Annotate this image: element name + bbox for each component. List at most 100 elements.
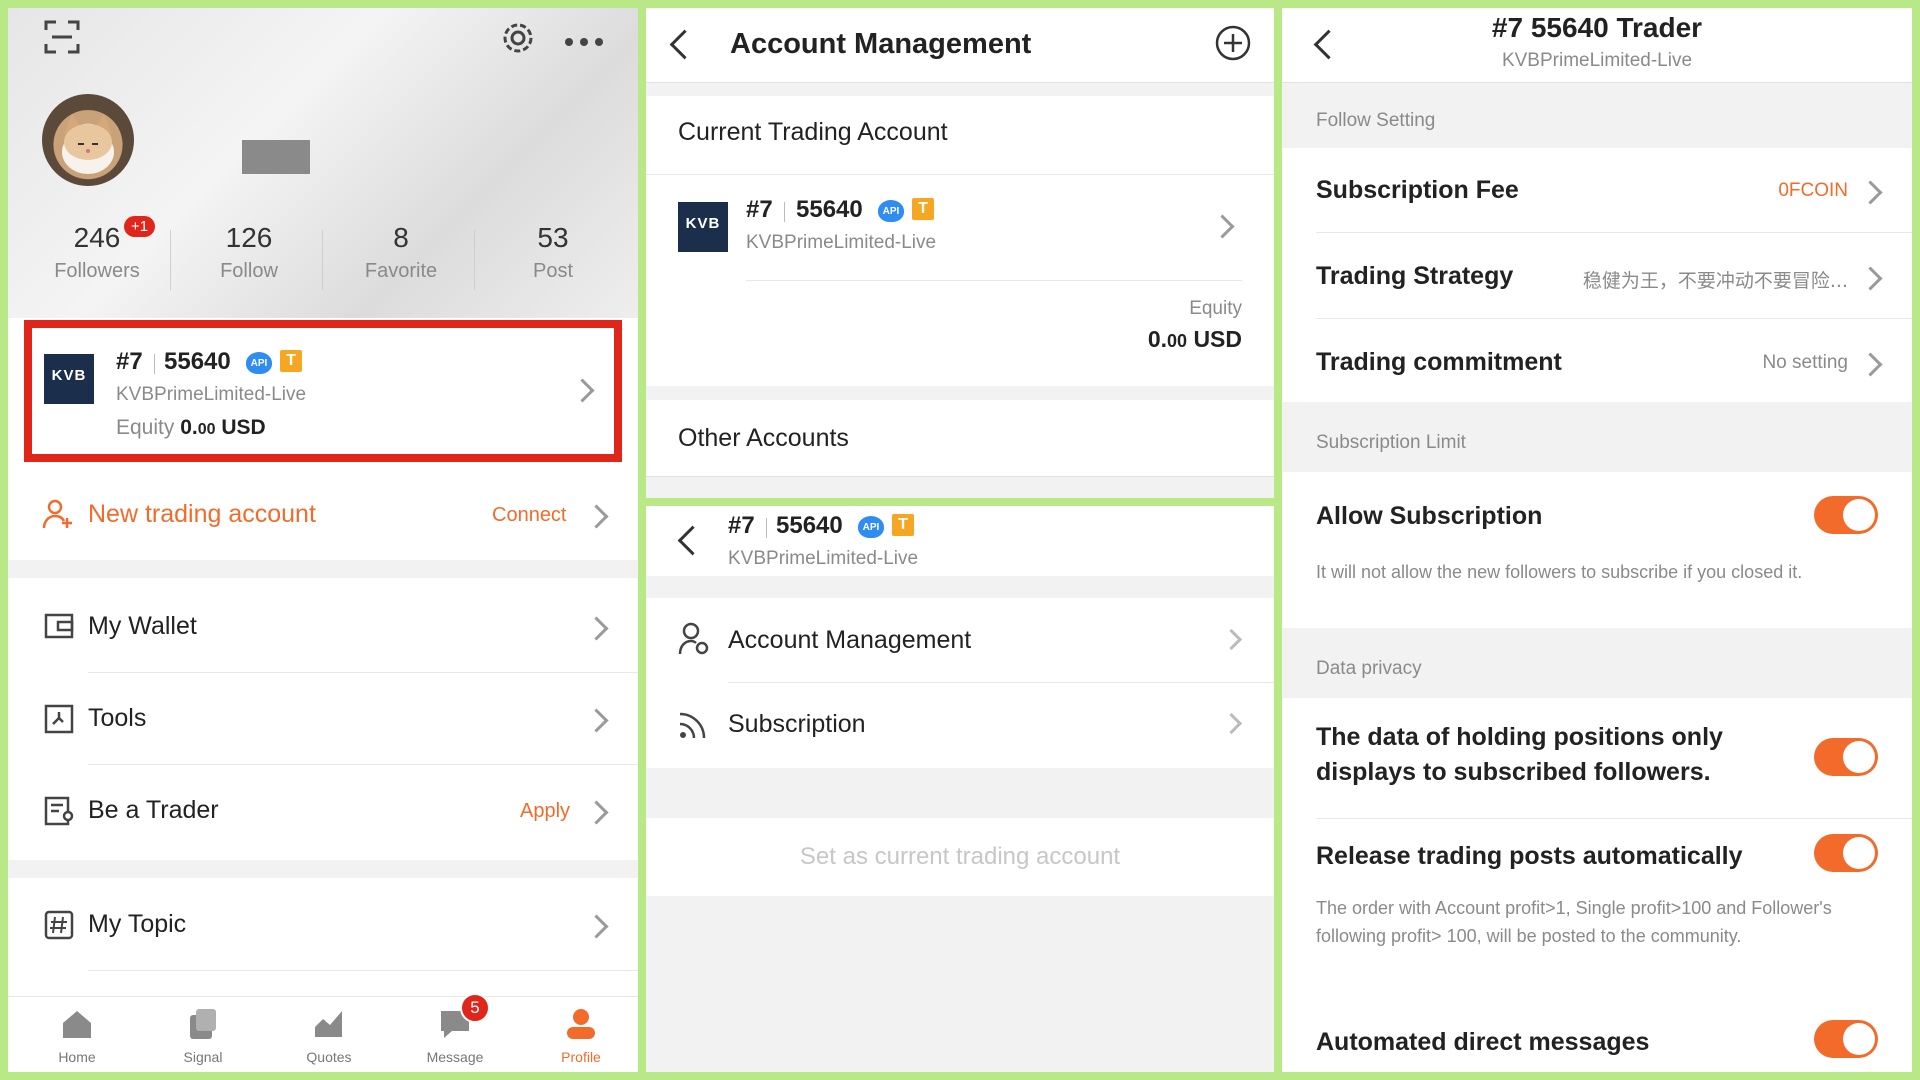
account-id: 55640 bbox=[776, 512, 843, 539]
message-unread-badge: 5 bbox=[460, 993, 490, 1023]
trader-badge: T bbox=[892, 514, 914, 536]
equity-dec: 00 bbox=[197, 421, 216, 438]
page-subtitle: KVBPrimeLimited-Live bbox=[1501, 50, 1693, 71]
divider bbox=[646, 174, 1274, 175]
account-rank: #7 bbox=[116, 348, 143, 375]
holding-positions-toggle[interactable] bbox=[1814, 738, 1878, 776]
user-settings-icon bbox=[678, 622, 710, 661]
stat-count: 126 bbox=[225, 222, 273, 253]
allow-subscription-toggle[interactable] bbox=[1814, 496, 1878, 534]
equity-label: Equity bbox=[116, 416, 175, 439]
tab-quotes[interactable]: Quotes bbox=[278, 1007, 380, 1065]
back-arrow-icon[interactable] bbox=[669, 29, 700, 60]
menu-item-my-topic[interactable]: My Topic bbox=[8, 880, 638, 970]
api-badge: API bbox=[878, 200, 904, 222]
tab-bar: Home Signal Quotes Message 5 Profile bbox=[8, 993, 638, 1072]
subscription-fee-row[interactable]: Subscription Fee 0FCOIN bbox=[1282, 148, 1912, 232]
row-description: It will not allow the new followers to s… bbox=[1316, 562, 1803, 582]
subscription-limit-group: Allow Subscription It will not allow the… bbox=[1282, 472, 1912, 628]
menu-label: My Wallet bbox=[88, 612, 197, 640]
tab-signal[interactable]: Signal bbox=[152, 1007, 254, 1065]
message-icon bbox=[404, 1007, 506, 1043]
chevron-right-icon bbox=[584, 616, 609, 641]
stat-favorite[interactable]: 8 Favorite bbox=[336, 222, 466, 283]
chevron-right-icon bbox=[584, 800, 609, 825]
trading-commitment-row[interactable]: Trading commitment No setting bbox=[1282, 320, 1912, 402]
page-title: #7 55640 Trader bbox=[1491, 12, 1703, 43]
gear-icon[interactable] bbox=[500, 20, 536, 61]
account-id: 55640 bbox=[796, 196, 863, 223]
section-header-data-privacy: Data privacy bbox=[1316, 658, 1422, 679]
nav-bar: #7 55640 Trader KVBPrimeLimited-Live bbox=[1282, 8, 1912, 83]
equity-label: Equity bbox=[1189, 298, 1242, 319]
row-label: Trading Strategy bbox=[1316, 262, 1514, 290]
row-label: Allow Subscription bbox=[1316, 502, 1543, 530]
back-arrow-icon[interactable] bbox=[677, 525, 708, 556]
trading-strategy-row[interactable]: Trading Strategy 稳健为王，不要冲动不要冒险... bbox=[1282, 234, 1912, 318]
tab-label: Signal bbox=[183, 1049, 223, 1065]
tab-home[interactable]: Home bbox=[26, 1007, 128, 1065]
add-account-icon[interactable] bbox=[1214, 24, 1252, 67]
stat-post[interactable]: 53 Post bbox=[488, 222, 618, 283]
stat-label: Post bbox=[532, 260, 574, 282]
chevron-right-icon bbox=[1858, 352, 1883, 377]
tab-message[interactable]: Message bbox=[404, 1007, 506, 1065]
current-account-card[interactable]: KVB #7 55640 API T KVBPrimeLimited-Live … bbox=[24, 320, 622, 462]
stat-label: Followers bbox=[54, 260, 140, 282]
data-privacy-group: The data of holding positions only displ… bbox=[1282, 698, 1912, 1072]
new-trading-account-row[interactable]: New trading account Connect bbox=[8, 482, 638, 546]
equity-dec: 00 bbox=[1167, 331, 1188, 351]
release-posts-toggle[interactable] bbox=[1814, 834, 1878, 872]
menu-item-my-wallet[interactable]: My Wallet bbox=[8, 582, 638, 672]
menu-item-tools[interactable]: Tools bbox=[8, 674, 638, 764]
nav-bar: #7 55640 API T KVBPrimeLimited-Live bbox=[646, 506, 1274, 576]
row-label: The data of holding positions only displ… bbox=[1316, 723, 1723, 786]
trader-icon bbox=[44, 796, 76, 831]
connect-action[interactable]: Connect bbox=[492, 504, 567, 527]
stats-row: 246 Followers +1 126 Follow 8 Favorite 5… bbox=[8, 216, 638, 302]
stat-follow[interactable]: 126 Follow bbox=[184, 222, 314, 283]
equity-value: 0.00 USD bbox=[1148, 326, 1242, 353]
section-gap bbox=[8, 560, 638, 578]
menu-label: My Topic bbox=[88, 910, 187, 938]
more-icon[interactable] bbox=[564, 34, 604, 52]
chevron-right-icon bbox=[584, 504, 609, 529]
auto-dm-toggle[interactable] bbox=[1814, 1020, 1878, 1058]
chevron-right-icon bbox=[1220, 712, 1243, 735]
account-management-panel: Account Management Current Trading Accou… bbox=[646, 8, 1274, 498]
row-value: No setting bbox=[1762, 352, 1848, 373]
avatar[interactable] bbox=[42, 94, 134, 186]
menu-item-account-management[interactable]: Account Management bbox=[646, 598, 1274, 682]
tab-label: Profile bbox=[561, 1049, 601, 1065]
account-detail-panel: #7 55640 API T KVBPrimeLimited-Live Acco… bbox=[646, 506, 1274, 1072]
divider bbox=[88, 672, 638, 673]
current-account-row[interactable]: KVB #7 55640 API T KVBPrimeLimited-Live … bbox=[646, 176, 1274, 386]
tab-label: Home bbox=[58, 1049, 96, 1065]
stat-divider bbox=[474, 230, 475, 290]
set-current-account-button[interactable]: Set as current trading account bbox=[646, 818, 1274, 896]
menu-item-be-a-trader[interactable]: Be a Trader Apply bbox=[8, 766, 638, 856]
page-title: Account Management bbox=[730, 28, 1032, 60]
rss-icon bbox=[678, 708, 710, 745]
equity-line: Equity 0.00 USD bbox=[116, 416, 266, 440]
scan-icon[interactable] bbox=[44, 20, 80, 59]
tab-profile[interactable]: Profile bbox=[530, 1007, 632, 1065]
section-header-subscription-limit: Subscription Limit bbox=[1316, 432, 1466, 453]
divider bbox=[1316, 318, 1912, 319]
add-user-icon bbox=[42, 498, 74, 535]
stat-divider bbox=[170, 230, 171, 290]
stat-label: Favorite bbox=[364, 260, 438, 282]
account-rank: #7 bbox=[728, 512, 755, 539]
stat-divider bbox=[322, 230, 323, 290]
detail-menu: Account Management Subscription bbox=[646, 598, 1274, 768]
stat-label: Follow bbox=[220, 260, 278, 282]
apply-action[interactable]: Apply bbox=[520, 800, 570, 823]
menu-label: Be a Trader bbox=[88, 796, 219, 824]
profile-panel: 246 Followers +1 126 Follow 8 Favorite 5… bbox=[8, 8, 638, 1072]
home-icon bbox=[26, 1007, 128, 1043]
tools-icon bbox=[44, 704, 74, 739]
menu-item-subscription[interactable]: Subscription bbox=[646, 684, 1274, 768]
divider bbox=[88, 764, 638, 765]
divider bbox=[1316, 232, 1912, 233]
api-badge: API bbox=[246, 352, 272, 374]
